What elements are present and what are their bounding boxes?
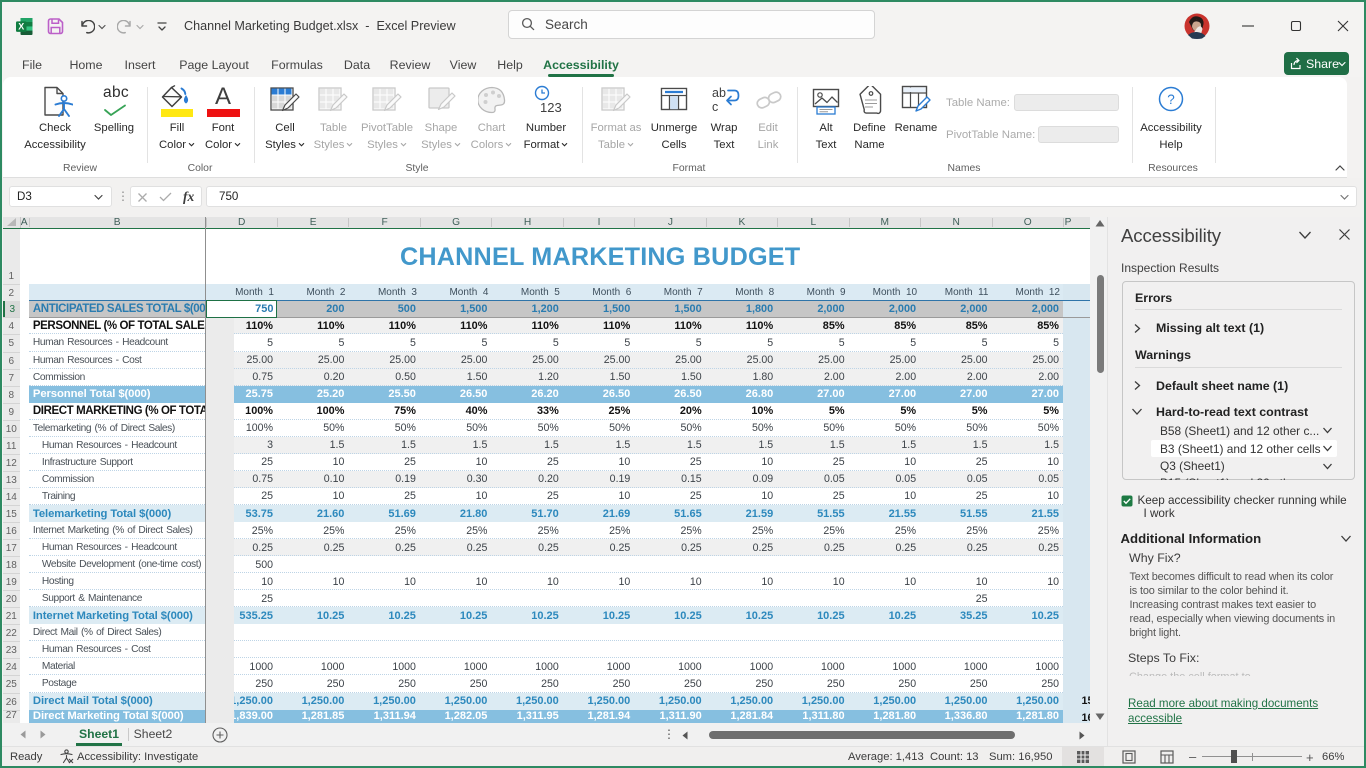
svg-text:?: ?: [1167, 92, 1175, 107]
svg-text:c: c: [712, 100, 718, 114]
svg-text:ab: ab: [712, 86, 726, 100]
svg-text:123: 123: [540, 100, 562, 115]
svg-text:X: X: [18, 22, 24, 32]
